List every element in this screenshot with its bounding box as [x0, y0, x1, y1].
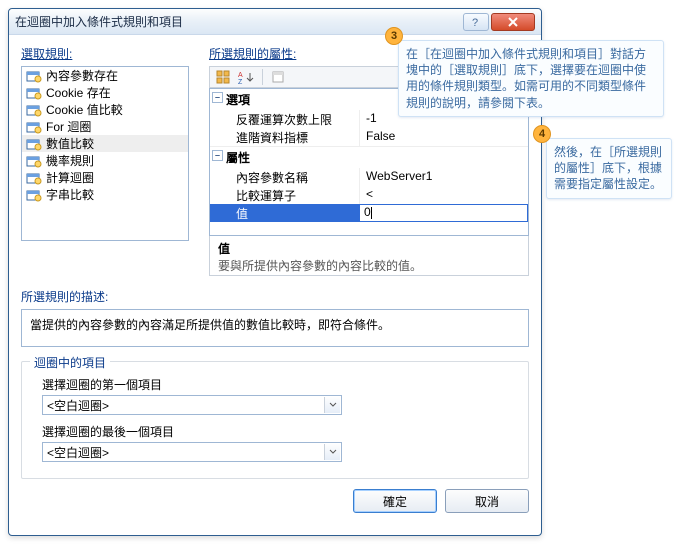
rule-item-for-loop[interactable]: For 迴圈 — [22, 118, 188, 135]
pg-value[interactable]: False — [360, 128, 528, 146]
caret-icon — [371, 207, 372, 219]
rule-item-label: For 迴圈 — [46, 118, 91, 135]
pg-row-value[interactable]: 值 0 — [210, 204, 528, 222]
pg-name: 內容參數名稱 — [210, 168, 360, 186]
rule-item-label: Cookie 存在 — [46, 84, 111, 101]
rule-item-cookie-compare[interactable]: Cookie 值比較 — [22, 101, 188, 118]
pg-value[interactable]: < — [360, 186, 528, 204]
rule-icon — [26, 86, 42, 100]
rule-desc-box: 當提供的內容參數的內容滿足所提供值的數值比較時，即符合條件。 — [21, 309, 529, 347]
pg-section-label: 屬性 — [226, 151, 250, 165]
ok-button[interactable]: 確定 — [353, 489, 437, 513]
rule-item-label: 字串比較 — [46, 186, 94, 203]
collapse-icon[interactable]: – — [212, 150, 223, 161]
rule-item-count-loop[interactable]: 計算迴圈 — [22, 169, 188, 186]
rule-item-label: 內容參數存在 — [46, 67, 118, 84]
pg-name: 進階資料指標 — [210, 128, 360, 146]
rule-item-string-compare[interactable]: 字串比較 — [22, 186, 188, 203]
alphabetical-icon: AZ — [238, 70, 256, 84]
rule-item-label: 機率規則 — [46, 152, 94, 169]
loop-items-fieldset: 迴圈中的項目 選擇迴圈的第一個項目 <空白迴圈> 選擇迴圈的最後一個項目 <空白… — [21, 361, 529, 479]
property-description: 值 要與所提供內容參數的內容比較的值。 — [209, 236, 529, 276]
rule-icon — [26, 154, 42, 168]
pg-value-editor[interactable]: 0 — [360, 205, 527, 221]
toolbar-separator — [262, 69, 263, 85]
callout-4: 4 然後，在［所選規則的屬性］底下，根據需要指定屬性設定。 — [546, 138, 672, 199]
prop-desc-body: 要與所提供內容參數的內容比較的值。 — [218, 257, 520, 274]
button-label: 確定 — [383, 493, 407, 510]
rule-icon — [26, 103, 42, 117]
combo-value: <空白迴圈> — [47, 444, 109, 461]
pg-section-attributes[interactable]: – 屬性 — [210, 146, 528, 168]
pg-row-advanced[interactable]: 進階資料指標 False — [210, 128, 528, 146]
rule-item-numeric-compare[interactable]: 數值比較 — [22, 135, 188, 152]
dropdown-arrow[interactable] — [324, 397, 340, 413]
svg-text:Z: Z — [238, 79, 243, 84]
first-item-label: 選擇迴圈的第一個項目 — [42, 376, 508, 393]
rules-list[interactable]: 內容參數存在 Cookie 存在 Cookie 值比較 For 迴圈 — [21, 66, 189, 241]
pg-name: 值 — [210, 204, 360, 222]
alphabetical-button[interactable]: AZ — [236, 68, 258, 86]
callout-number: 4 — [533, 125, 551, 143]
select-rule-label: 選取規則: — [21, 45, 197, 62]
combo-value: <空白迴圈> — [47, 397, 109, 414]
help-button[interactable]: ? — [463, 13, 489, 31]
pg-value[interactable]: WebServer1 — [360, 168, 528, 186]
svg-text:?: ? — [472, 17, 478, 28]
button-label: 取消 — [475, 493, 499, 510]
rule-icon — [26, 120, 42, 134]
pg-row-param-name[interactable]: 內容參數名稱 WebServer1 — [210, 168, 528, 186]
callout-3: 3 在［在迴圈中加入條件式規則和項目］對話方塊中的［選取規則］底下，選擇要在迴圈… — [398, 40, 664, 117]
rule-item-label: 數值比較 — [46, 135, 94, 152]
dropdown-arrow[interactable] — [324, 444, 340, 460]
chevron-down-icon — [329, 449, 337, 455]
rule-icon — [26, 188, 42, 202]
pg-row-operator[interactable]: 比較運算子 < — [210, 186, 528, 204]
close-icon — [507, 17, 519, 27]
fieldset-label: 迴圈中的項目 — [30, 354, 110, 371]
rule-item-label: Cookie 值比較 — [46, 101, 123, 118]
callout-text: 然後，在［所選規則的屬性］底下，根據需要指定屬性設定。 — [554, 145, 662, 191]
rule-item-label: 計算迴圈 — [46, 169, 94, 186]
svg-text:A: A — [238, 72, 243, 79]
property-pages-icon — [271, 70, 285, 84]
cancel-button[interactable]: 取消 — [445, 489, 529, 513]
rule-item-cookie-exists[interactable]: Cookie 存在 — [22, 84, 188, 101]
rule-icon — [26, 137, 42, 151]
rule-item-probability[interactable]: 機率規則 — [22, 152, 188, 169]
rule-desc-label: 所選規則的描述: — [21, 288, 529, 305]
pg-section-label: 選項 — [226, 93, 250, 107]
callout-number: 3 — [385, 27, 403, 45]
pg-value-text: 0 — [364, 205, 371, 219]
close-button[interactable] — [491, 13, 535, 31]
chevron-down-icon — [329, 402, 337, 408]
titlebar[interactable]: 在迴圈中加入條件式規則和項目 ? — [9, 9, 541, 35]
pg-name: 反覆運算次數上限 — [210, 110, 360, 128]
prop-desc-title: 值 — [218, 240, 520, 257]
first-item-combo[interactable]: <空白迴圈> — [42, 395, 342, 415]
categorized-icon — [216, 70, 230, 84]
pg-name: 比較運算子 — [210, 186, 360, 204]
callout-text: 在［在迴圈中加入條件式規則和項目］對話方塊中的［選取規則］底下，選擇要在迴圈中使… — [406, 47, 646, 110]
collapse-icon[interactable]: – — [212, 92, 223, 103]
property-pages-button[interactable] — [267, 68, 289, 86]
last-item-label: 選擇迴圈的最後一個項目 — [42, 423, 508, 440]
rule-item-content-param-exists[interactable]: 內容參數存在 — [22, 67, 188, 84]
rule-icon — [26, 69, 42, 83]
rule-icon — [26, 171, 42, 185]
categorized-button[interactable] — [212, 68, 234, 86]
last-item-combo[interactable]: <空白迴圈> — [42, 442, 342, 462]
help-icon: ? — [471, 16, 481, 28]
